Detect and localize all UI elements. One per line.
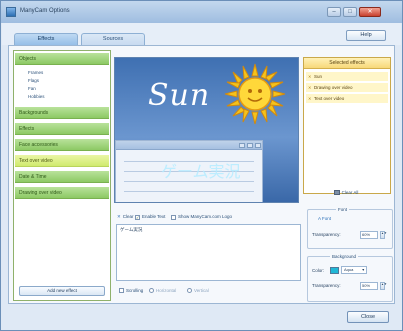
group-drawing-over-video[interactable]: Drawing over video [15, 187, 109, 199]
preview-sun-text: Sun [148, 78, 211, 113]
clear-all-button[interactable]: Clear All [302, 188, 390, 198]
font-icon: A [318, 216, 321, 221]
preview-overlay-text: ゲーム実況 [161, 162, 241, 181]
background-group: Background Color: Aqua ▼ Transparency: 50… [307, 254, 393, 302]
trash-icon [333, 190, 340, 196]
add-new-effect-button[interactable]: Add new effect [19, 286, 105, 296]
vertical-radio-dot [187, 288, 192, 293]
text-input[interactable]: ゲーム実況 [116, 224, 301, 281]
group-backgrounds[interactable]: Backgrounds [15, 107, 109, 119]
tab-effects[interactable]: Effects [14, 33, 78, 45]
effects-sidebar: Objects Frames Flags Fan Hobbies Backgro… [13, 50, 111, 301]
background-color-select[interactable]: Aqua ▼ [341, 266, 367, 274]
selected-effect-item[interactable]: Text over video [306, 94, 388, 103]
scrolling-label: Scrolling [126, 288, 144, 293]
background-group-title: Background [330, 254, 359, 259]
minimize-button[interactable]: – [327, 7, 341, 17]
subitem-frames[interactable]: Frames [28, 70, 43, 75]
scrolling-checkbox[interactable]: Scrolling [119, 288, 143, 293]
group-text-over-video[interactable]: Text over video [15, 155, 109, 167]
clear-icon: ✕ [117, 214, 121, 219]
font-link-label: Font [322, 216, 332, 221]
background-color-label: Color: [312, 268, 325, 273]
clear-text-label: Clear [122, 214, 134, 219]
group-effects[interactable]: Effects [15, 123, 109, 135]
group-objects[interactable]: Objects [15, 53, 109, 65]
horizontal-radio-dot [149, 288, 154, 293]
background-color-value: Aqua [344, 267, 354, 272]
font-link[interactable]: A Font [318, 216, 331, 221]
video-preview: Sun ゲーム実況 [114, 57, 299, 203]
show-logo-checkbox-box [171, 214, 176, 220]
window-title: ManyCam Options [20, 8, 70, 14]
sun-icon [224, 63, 286, 125]
horizontal-radio[interactable]: Horizontal [149, 288, 176, 293]
effects-content: Objects Frames Flags Fan Hobbies Backgro… [8, 45, 395, 304]
subitem-hobbies[interactable]: Hobbies [28, 94, 45, 99]
group-face-accessories[interactable]: Face accessories [15, 139, 109, 151]
enable-text-label: Enable Text [142, 214, 166, 219]
text-toolbar: ✕ Clear ✓ Enable Text Show ManyCam.com Log… [117, 212, 302, 222]
show-logo-checkbox[interactable]: Show ManyCam.com Logo [171, 212, 232, 222]
font-transparency-label: Transparency: [312, 232, 341, 237]
chevron-down-icon: ▼ [361, 268, 365, 272]
scrolling-options: Scrolling Horizontal Vertical [119, 286, 304, 296]
maximize-button[interactable]: □ [343, 7, 357, 17]
app-icon [6, 7, 16, 17]
background-color-swatch[interactable] [330, 267, 339, 274]
close-window-button[interactable]: ✕ [359, 7, 381, 17]
clear-all-label: Clear All [341, 190, 359, 195]
selected-effect-item[interactable]: Sun [306, 72, 388, 81]
font-group: Font A Font Transparency: 60% ▲▼ [307, 207, 393, 249]
tab-sources[interactable]: Sources [81, 33, 145, 45]
vertical-radio[interactable]: Vertical [187, 288, 209, 293]
help-button[interactable]: Help [346, 30, 386, 41]
background-transparency-spinner[interactable]: ▲▼ [380, 282, 387, 290]
enable-text-checkbox-box: ✓ [135, 214, 140, 220]
enable-text-checkbox[interactable]: ✓ Enable Text [135, 212, 165, 222]
group-date-time[interactable]: Date & Time [15, 171, 109, 183]
background-transparency-input[interactable]: 50% [360, 282, 378, 290]
selected-effects-panel: Selected effects Sun Drawing over video … [303, 57, 391, 194]
tab-bar: Effects Sources Help [2, 23, 401, 45]
subitem-fan[interactable]: Fan [28, 86, 36, 91]
manycam-options-window: ManyCam Options – □ ✕ Effects Sources He… [0, 0, 403, 331]
close-button[interactable]: Close [347, 311, 389, 323]
selected-effect-item[interactable]: Drawing over video [306, 83, 388, 92]
font-group-title: Font [336, 207, 350, 212]
clear-text-button[interactable]: ✕ Clear [117, 212, 134, 222]
font-transparency-spinner[interactable]: ▲▼ [380, 231, 387, 239]
selected-effects-header: Selected effects [304, 58, 390, 69]
title-bar[interactable]: ManyCam Options – □ ✕ [1, 1, 402, 23]
background-transparency-label: Transparency: [312, 283, 341, 288]
scrolling-checkbox-box [119, 288, 124, 293]
show-logo-label: Show ManyCam.com Logo [178, 214, 233, 219]
font-transparency-input[interactable]: 60% [360, 231, 378, 239]
vertical-label: Vertical [194, 288, 209, 293]
subitem-flags[interactable]: Flags [28, 78, 39, 83]
horizontal-label: Horizontal [156, 288, 177, 293]
